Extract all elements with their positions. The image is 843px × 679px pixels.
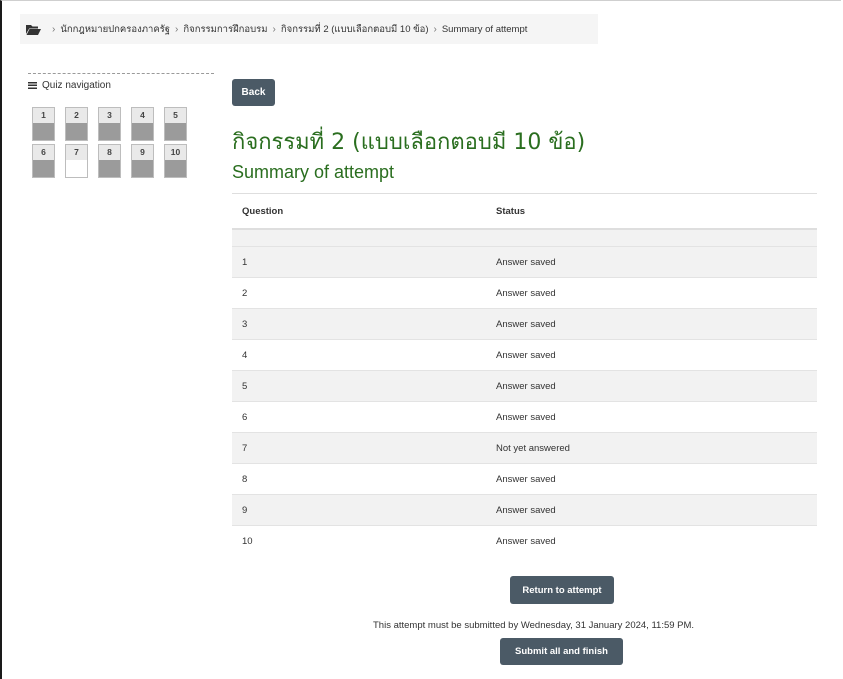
quiz-question-8-button[interactable]: 8 (98, 144, 121, 178)
question-number-cell[interactable]: 3 (232, 308, 496, 340)
question-number: 9 (132, 145, 153, 160)
breadcrumb-separator-icon: › (175, 23, 179, 35)
table-row: 4 Answer saved (232, 339, 817, 371)
status-cell: Answer saved (496, 339, 817, 371)
question-number: 10 (165, 145, 186, 160)
table-row: 7 Not yet answered (232, 432, 817, 464)
table-row: 5 Answer saved (232, 370, 817, 402)
page-subtitle: Summary of attempt (232, 162, 395, 182)
question-number: 6 (33, 145, 54, 160)
question-column-header: Question (232, 193, 496, 230)
breadcrumb-separator-icon: › (433, 23, 437, 35)
page-title: กิจกรรมที่ 2 (แบบเลือกตอบมี 10 ข้อ) (232, 130, 586, 155)
status-cell: Answer saved (496, 246, 817, 278)
breadcrumb-item-course[interactable]: นักกฎหมายปกครองภาครัฐ (60, 22, 170, 37)
status-cell: Answer saved (496, 277, 817, 309)
back-button[interactable]: Back (232, 79, 275, 106)
table-row: 1 Answer saved (232, 246, 817, 278)
breadcrumb-item-section[interactable]: กิจกรรมการฝึกอบรม (183, 22, 267, 37)
question-number-cell[interactable]: 8 (232, 463, 496, 495)
quiz-question-2-button[interactable]: 2 (65, 107, 88, 141)
table-row: 2 Answer saved (232, 277, 817, 309)
question-number-cell[interactable]: 10 (232, 525, 496, 556)
folder-open-icon[interactable] (26, 24, 41, 35)
question-number-cell[interactable]: 5 (232, 370, 496, 402)
question-state-indicator (66, 123, 87, 140)
question-number: 8 (99, 145, 120, 160)
status-cell: Not yet answered (496, 432, 817, 464)
question-state-indicator (99, 160, 120, 177)
table-row: 8 Answer saved (232, 463, 817, 495)
breadcrumb-separator-icon: › (52, 23, 56, 35)
question-number: 1 (33, 108, 54, 123)
table-header-row: Question Status (232, 193, 817, 230)
return-to-attempt-button[interactable]: Return to attempt (510, 576, 614, 604)
quiz-question-10-button[interactable]: 10 (164, 144, 187, 178)
summary-table: Question Status 1 Answer saved 2 Answer sav… (232, 193, 817, 556)
status-cell: Answer saved (496, 494, 817, 526)
status-cell: Answer saved (496, 463, 817, 495)
submit-all-and-finish-button[interactable]: Submit all and finish (500, 638, 623, 665)
question-state-indicator (66, 160, 87, 177)
status-column-header: Status (496, 193, 817, 230)
status-cell: Answer saved (496, 308, 817, 340)
question-number: 4 (132, 108, 153, 123)
question-state-indicator (33, 160, 54, 177)
table-row: 6 Answer saved (232, 401, 817, 433)
question-state-indicator (132, 160, 153, 177)
question-number: 7 (66, 145, 87, 160)
deadline-notice: This attempt must be submitted by Wednes… (373, 620, 695, 631)
question-number: 3 (99, 108, 120, 123)
table-row: 9 Answer saved (232, 494, 817, 526)
table-row: 3 Answer saved (232, 308, 817, 340)
quiz-question-1-button[interactable]: 1 (32, 107, 55, 141)
quiz-question-9-button[interactable]: 9 (131, 144, 154, 178)
question-number-cell[interactable]: 2 (232, 277, 496, 309)
breadcrumb-item-current: Summary of attempt (441, 23, 528, 35)
table-spacer-row (232, 228, 817, 247)
question-number-cell[interactable]: 6 (232, 401, 496, 433)
quiz-navigation-label: Quiz navigation (42, 80, 111, 91)
status-cell: Answer saved (496, 401, 817, 433)
table-row: 10 Answer saved (232, 525, 817, 556)
question-number-cell[interactable]: 1 (232, 246, 496, 278)
breadcrumb-separator-icon: › (272, 23, 276, 35)
breadcrumb-item-quiz[interactable]: กิจกรรมที่ 2 (แบบเลือกตอบมี 10 ข้อ) (281, 22, 429, 37)
question-state-indicator (33, 123, 54, 140)
question-number: 2 (66, 108, 87, 123)
question-number-cell[interactable]: 9 (232, 494, 496, 526)
status-cell: Answer saved (496, 370, 817, 402)
breadcrumb: › นักกฎหมายปกครองภาครัฐ › กิจกรรมการฝึกอ… (20, 14, 598, 44)
status-cell: Answer saved (496, 525, 817, 556)
question-state-indicator (165, 160, 186, 177)
menu-icon (28, 82, 37, 89)
question-state-indicator (99, 123, 120, 140)
quiz-question-5-button[interactable]: 5 (164, 107, 187, 141)
quiz-navigation-title[interactable]: Quiz navigation (28, 80, 214, 91)
quiz-question-6-button[interactable]: 6 (32, 144, 55, 178)
quiz-question-3-button[interactable]: 3 (98, 107, 121, 141)
block-divider (28, 73, 214, 74)
question-number: 5 (165, 108, 186, 123)
quiz-navigation-block: Quiz navigation 1 2 3 4 5 6 7 8 9 10 (28, 73, 214, 178)
question-state-indicator (132, 123, 153, 140)
quiz-question-7-button[interactable]: 7 (65, 144, 88, 178)
question-state-indicator (165, 123, 186, 140)
question-number-cell[interactable]: 4 (232, 339, 496, 371)
question-number-cell[interactable]: 7 (232, 432, 496, 464)
quiz-question-4-button[interactable]: 4 (131, 107, 154, 141)
